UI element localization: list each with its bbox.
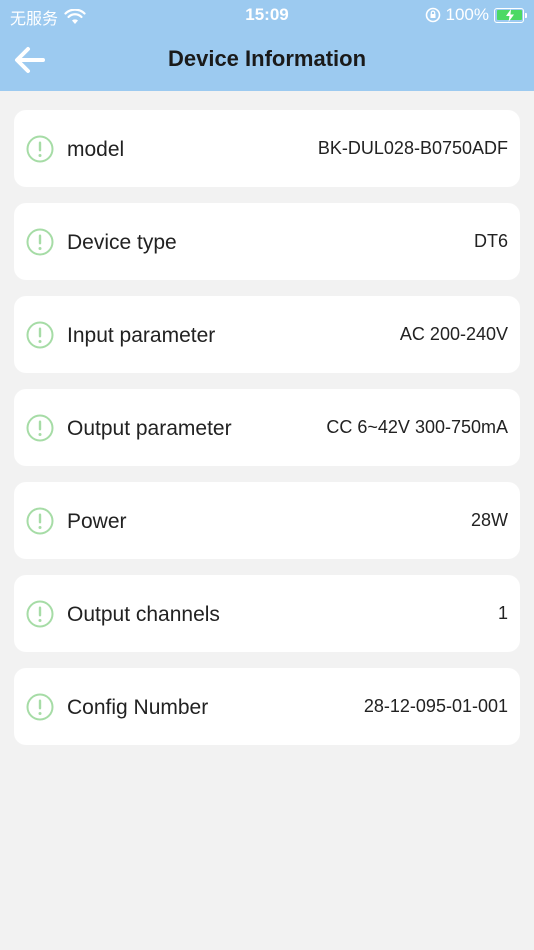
- battery-level: [496, 9, 522, 22]
- info-row-output-parameter[interactable]: Output parameter CC 6~42V 300-750mA: [14, 389, 520, 466]
- info-row-model[interactable]: model BK-DUL028-B0750ADF: [14, 110, 520, 187]
- info-row-power[interactable]: Power 28W: [14, 482, 520, 559]
- orientation-lock-icon: [425, 7, 440, 23]
- page-title: Device Information: [167, 46, 367, 71]
- row-value: DT6: [473, 231, 508, 251]
- row-value: 1: [497, 603, 508, 623]
- nav-bar: Device Information: [0, 30, 534, 91]
- charging-bolt-icon: [505, 9, 514, 22]
- row-value: 28W: [470, 510, 508, 530]
- info-row-output-channels[interactable]: Output channels 1: [14, 575, 520, 652]
- info-circle-icon: [26, 228, 54, 256]
- battery-cap: [525, 12, 527, 18]
- row-label: Input parameter: [67, 324, 216, 347]
- row-label: Device type: [67, 231, 177, 254]
- device-info-list: model BK-DUL028-B0750ADF Device type DT6…: [14, 110, 520, 761]
- row-value: BK-DUL028-B0750ADF: [317, 138, 508, 158]
- info-circle-icon: [26, 693, 54, 721]
- info-row-device-type[interactable]: Device type DT6: [14, 203, 520, 280]
- battery-percent: 100%: [445, 5, 489, 24]
- app-header: 无服务 15:09 100% Device Information: [0, 0, 534, 91]
- row-label: Output channels: [67, 603, 220, 626]
- info-circle-icon: [26, 600, 54, 628]
- battery-icon: [494, 7, 527, 23]
- info-circle-icon: [26, 507, 54, 535]
- row-label: Config Number: [67, 696, 209, 719]
- row-value: 28-12-095-01-001: [363, 696, 508, 716]
- row-value: AC 200-240V: [399, 324, 508, 344]
- info-row-config-number[interactable]: Config Number 28-12-095-01-001: [14, 668, 520, 745]
- info-circle-icon: [26, 321, 54, 349]
- info-circle-icon: [26, 135, 54, 163]
- status-bar: 无服务 15:09 100%: [0, 0, 534, 30]
- status-right: 100%: [425, 5, 527, 25]
- info-circle-icon: [26, 414, 54, 442]
- row-label: Power: [67, 510, 127, 533]
- row-label: model: [67, 138, 125, 161]
- row-label: Output parameter: [67, 417, 232, 440]
- info-row-input-parameter[interactable]: Input parameter AC 200-240V: [14, 296, 520, 373]
- row-value: CC 6~42V 300-750mA: [326, 417, 508, 437]
